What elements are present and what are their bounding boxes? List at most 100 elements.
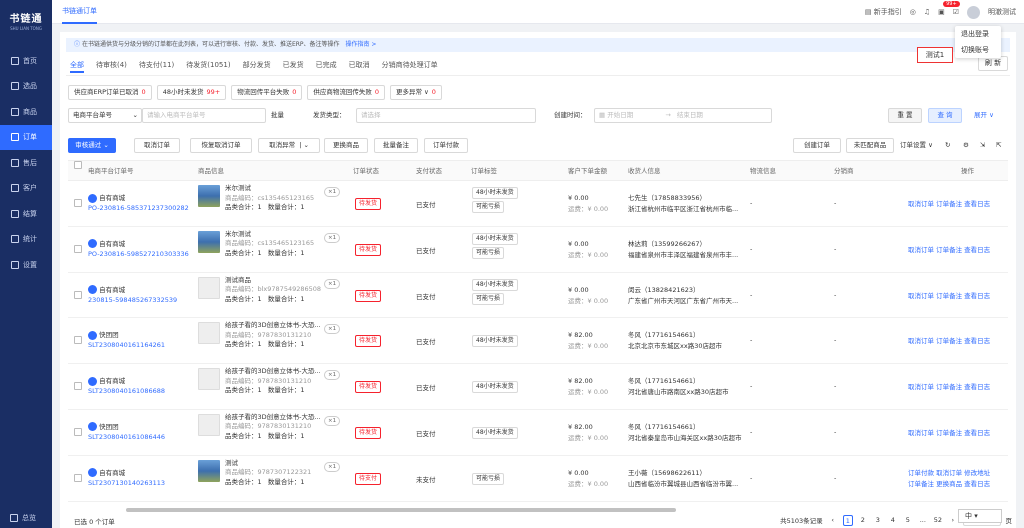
- table-row[interactable]: 快团团 SLT2308040161086446 给孩子看的3D创意立体书-大恐.…: [68, 410, 1008, 456]
- product-thumbnail[interactable]: [198, 276, 220, 299]
- order-number-input[interactable]: 请输入电商平台单号: [142, 108, 266, 123]
- review-button[interactable]: 审核通过 ⌄: [68, 138, 116, 153]
- table-row[interactable]: 自有商城 SLT2307130140263113 测试 商品编码：9787307…: [68, 456, 1008, 502]
- row-action-link[interactable]: 修改地址: [964, 469, 990, 477]
- row-action-link[interactable]: 查看日志: [964, 429, 990, 437]
- sidebar-item-6[interactable]: 结算: [0, 201, 52, 227]
- order-pay-button[interactable]: 订单付款: [424, 138, 468, 153]
- avatar[interactable]: [967, 5, 980, 19]
- row-action-link[interactable]: 查看日志: [964, 292, 990, 300]
- sidebar-overview[interactable]: 总览: [0, 508, 52, 528]
- product-thumbnail[interactable]: [198, 413, 220, 436]
- guide-link[interactable]: 操作指南 >: [345, 41, 376, 48]
- sidebar-item-0[interactable]: 首页: [0, 48, 52, 74]
- select-all-checkbox[interactable]: [74, 161, 82, 169]
- order-number-link[interactable]: PO-230816-585371237300282: [88, 203, 189, 213]
- import-icon[interactable]: ⇱: [996, 138, 1001, 153]
- tab-6[interactable]: 已完成: [316, 57, 337, 73]
- row-action-link[interactable]: 取消订单: [908, 337, 934, 345]
- app-logo[interactable]: 书链通 SHU LIAN TONG: [0, 0, 52, 40]
- guide-link[interactable]: ▤ 新手指引: [865, 7, 902, 17]
- sidebar-item-5[interactable]: 客户: [0, 176, 52, 202]
- row-action-link[interactable]: 查看日志: [964, 383, 990, 391]
- exception-chip[interactable]: 供应商ERP订单已取消 0: [68, 85, 152, 100]
- order-settings-dropdown[interactable]: 订单设置 ∨: [900, 138, 933, 153]
- row-action-link[interactable]: 查看日志: [964, 337, 990, 345]
- row-action-link[interactable]: 取消订单: [908, 383, 934, 391]
- page-number[interactable]: 3: [873, 515, 883, 526]
- row-action-link[interactable]: 订单备注: [936, 383, 962, 391]
- sidebar-item-8[interactable]: 设置: [0, 252, 52, 278]
- row-checkbox[interactable]: [74, 290, 82, 299]
- sidebar-item-4[interactable]: 售后: [0, 150, 52, 176]
- row-action-link[interactable]: 查看日志: [964, 246, 990, 254]
- create-order-button[interactable]: 创建订单: [793, 138, 841, 153]
- restore-order-button[interactable]: 恢复取消订单: [190, 138, 252, 153]
- product-thumbnail[interactable]: [198, 368, 220, 391]
- row-action-link[interactable]: 取消订单: [908, 246, 934, 254]
- product-thumbnail[interactable]: [198, 185, 220, 207]
- headset-icon[interactable]: ◎: [910, 8, 916, 16]
- todo-icon[interactable]: ☑: [953, 8, 959, 16]
- sidebar-item-3[interactable]: 订单: [0, 124, 52, 150]
- prev-page[interactable]: ‹: [828, 515, 838, 526]
- bell-icon[interactable]: ♫: [924, 8, 930, 16]
- exception-chip[interactable]: 供应商物流回传失败 0: [307, 85, 385, 100]
- sidebar-item-1[interactable]: 选品: [0, 74, 52, 100]
- row-action-link[interactable]: 取消订单: [908, 292, 934, 300]
- exception-chip[interactable]: 更多异常 ∨ 0: [389, 85, 442, 100]
- order-number-link[interactable]: SLT2308040161164261: [88, 340, 165, 350]
- sidebar-item-2[interactable]: 商品: [0, 99, 52, 125]
- next-page[interactable]: ›: [948, 515, 958, 526]
- row-checkbox[interactable]: [74, 244, 82, 253]
- logout-item[interactable]: 退出登录: [955, 26, 1001, 42]
- page-number[interactable]: ...: [918, 515, 928, 526]
- tab-7[interactable]: 已取消: [349, 57, 370, 73]
- page-number[interactable]: 52: [933, 515, 943, 526]
- reset-button[interactable]: 重 置: [888, 108, 922, 123]
- user-name[interactable]: 明澈测试: [988, 7, 1016, 17]
- replace-product-button[interactable]: 更换商品: [324, 138, 368, 153]
- table-row[interactable]: 自有商城 SLT2308040161086688 给孩子看的3D创意立体书-大恐…: [68, 364, 1008, 410]
- row-action-link[interactable]: 订单备注: [936, 200, 962, 208]
- row-action-link[interactable]: 取消订单: [908, 429, 934, 437]
- row-action-link[interactable]: 订单备注: [908, 480, 934, 488]
- product-thumbnail[interactable]: [198, 230, 220, 253]
- refresh-icon[interactable]: ↻: [945, 138, 950, 153]
- cancel-exception-button[interactable]: 取消异常 | ⌄: [258, 138, 320, 153]
- page-number[interactable]: 1: [842, 514, 853, 526]
- row-checkbox[interactable]: [74, 427, 82, 436]
- row-action-link[interactable]: 取消订单: [936, 469, 962, 477]
- row-action-link[interactable]: 订单备注: [936, 337, 962, 345]
- order-number-link[interactable]: 230815-598485267332539: [88, 295, 177, 305]
- unmatched-product-button[interactable]: 未匹配商品: [846, 138, 894, 153]
- switch-account-item[interactable]: 切换账号: [955, 42, 1001, 58]
- row-action-link[interactable]: 订单付款: [908, 469, 934, 477]
- row-action-link[interactable]: 查看日志: [964, 480, 990, 488]
- row-checkbox[interactable]: [74, 473, 82, 482]
- exception-chip[interactable]: 物流回传平台失败 0: [231, 85, 303, 100]
- row-action-link[interactable]: 订单备注: [936, 429, 962, 437]
- export-icon[interactable]: ⇲: [980, 138, 985, 153]
- ime-indicator[interactable]: 中 ▾: [958, 509, 1002, 523]
- product-thumbnail[interactable]: [198, 459, 220, 482]
- row-action-link[interactable]: 取消订单: [908, 200, 934, 208]
- tab-1[interactable]: 待审核(4): [96, 57, 127, 73]
- page-number[interactable]: 4: [888, 515, 898, 526]
- table-row[interactable]: 自有商城 230815-598485267332539 测试商品 商品编码：bl…: [68, 273, 1008, 319]
- exception-chip[interactable]: 48小时未发货 99+: [156, 85, 227, 100]
- ship-type-select[interactable]: 请选择: [356, 108, 536, 123]
- refresh-button[interactable]: 刷 新: [978, 56, 1008, 71]
- tab-8[interactable]: 分销商待处理订单: [382, 57, 438, 73]
- query-button[interactable]: 查 询: [928, 108, 962, 123]
- order-type-select[interactable]: 电商平台单号 ⌄: [68, 108, 142, 123]
- row-checkbox[interactable]: [74, 336, 82, 345]
- tab-orders[interactable]: 书链通订单: [62, 0, 97, 24]
- tab-4[interactable]: 部分发货: [243, 57, 271, 73]
- table-row[interactable]: 自有商城 PO-230816-585371237300282 米尔测试 商品编码…: [68, 181, 1008, 227]
- cancel-order-button[interactable]: 取消订单: [134, 138, 180, 153]
- tab-5[interactable]: 已发货: [283, 57, 304, 73]
- message-icon[interactable]: ▣ 99+: [938, 1, 960, 16]
- expand-button[interactable]: 展开 ∨: [974, 108, 994, 123]
- row-action-link[interactable]: 更换商品: [936, 480, 962, 488]
